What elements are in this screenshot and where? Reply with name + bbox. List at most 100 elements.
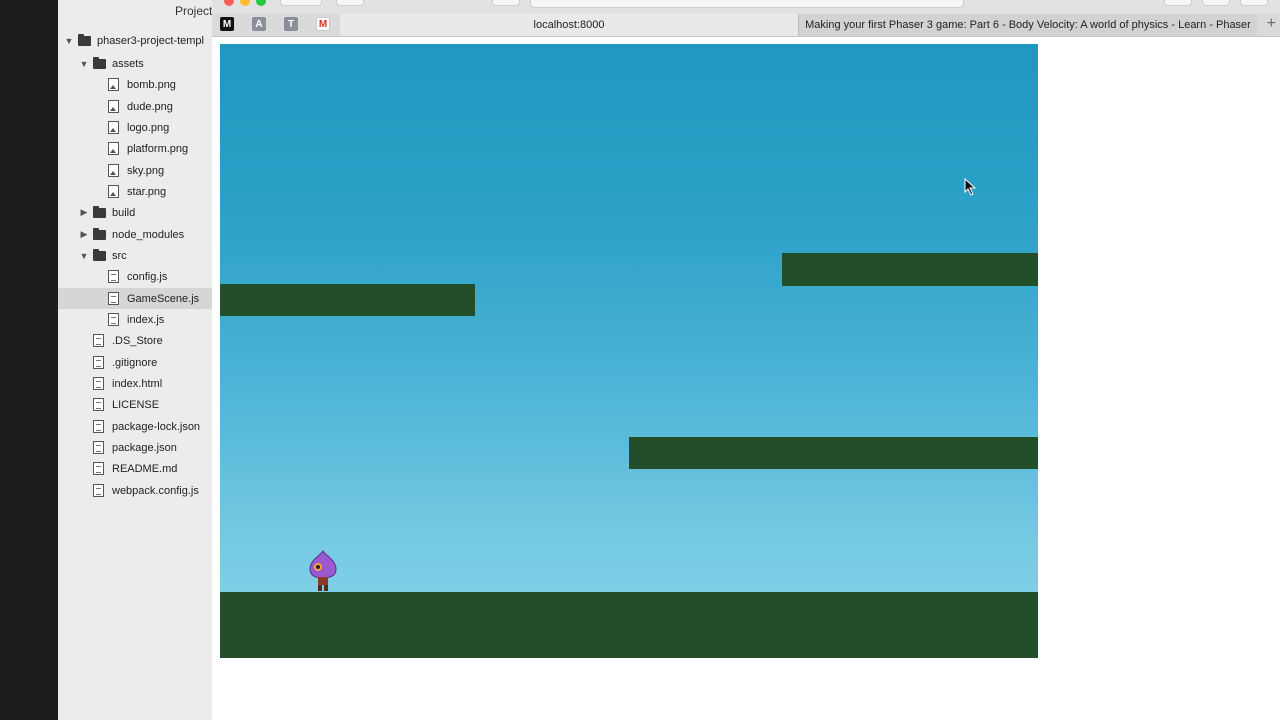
minimize-window-button[interactable] xyxy=(240,0,250,6)
tree-item-file[interactable]: webpack.config.js xyxy=(58,480,212,501)
file-icon xyxy=(108,313,119,326)
file-icon xyxy=(93,356,104,369)
tree-item-label: node_modules xyxy=(112,228,185,241)
tree-item-root[interactable]: ▼ phaser3-project-templ xyxy=(58,30,212,51)
address-bar[interactable] xyxy=(530,0,964,8)
extensions-button[interactable] xyxy=(1164,0,1192,6)
file-icon xyxy=(93,334,104,347)
chevron-right-icon[interactable]: ▶ xyxy=(79,207,89,218)
folder-icon xyxy=(93,205,106,218)
sidebar-toggle-button[interactable] xyxy=(336,0,364,6)
dock-strip xyxy=(0,0,58,720)
browser-titlebar xyxy=(212,0,1280,14)
file-icon xyxy=(93,377,104,390)
tree-item-file[interactable]: package.json xyxy=(58,437,212,458)
share-button[interactable] xyxy=(1202,0,1230,6)
tree-item-file[interactable]: .DS_Store xyxy=(58,330,212,351)
image-file-icon xyxy=(108,164,119,177)
tree-item-file[interactable]: bomb.png xyxy=(58,74,212,95)
tree-item-label: .gitignore xyxy=(112,356,158,369)
browser-window: M A T M localhost:8000 Making your first… xyxy=(212,0,1280,720)
tree-item-file-selected[interactable]: GameScene.js xyxy=(58,288,212,309)
tree-item-file[interactable]: platform.png xyxy=(58,138,212,159)
file-icon xyxy=(93,462,104,475)
tree-item-label: index.js xyxy=(127,313,165,326)
bookmark-gmail-icon[interactable]: M xyxy=(316,17,330,31)
game-canvas[interactable] xyxy=(220,44,1038,658)
bookmark-medium-icon[interactable]: M xyxy=(220,17,234,31)
tree-item-label: dude.png xyxy=(127,100,173,113)
chevron-down-icon[interactable]: ▼ xyxy=(79,251,89,261)
back-forward-buttons[interactable] xyxy=(280,0,322,6)
tree-item-file[interactable]: index.html xyxy=(58,373,212,394)
tree-item-label: assets xyxy=(112,57,144,70)
tree-item-file[interactable]: .gitignore xyxy=(58,352,212,373)
bookmark-t-icon[interactable]: T xyxy=(284,17,298,31)
image-file-icon xyxy=(108,121,119,134)
file-icon xyxy=(108,292,119,305)
image-file-icon xyxy=(108,78,119,91)
platform xyxy=(220,284,475,316)
file-icon xyxy=(93,398,104,411)
tree-item-label: src xyxy=(112,249,127,262)
tree-item-assets[interactable]: ▼ assets xyxy=(58,53,212,74)
image-file-icon xyxy=(108,142,119,155)
platform xyxy=(629,437,1038,469)
file-icon xyxy=(93,420,104,433)
folder-icon xyxy=(93,56,106,69)
close-window-button[interactable] xyxy=(224,0,234,6)
file-icon xyxy=(93,484,104,497)
tree-item-label: package-lock.json xyxy=(112,420,201,433)
tree-item-label: sky.png xyxy=(127,164,165,177)
tree-item-label: bomb.png xyxy=(127,78,176,91)
folder-icon xyxy=(78,33,91,46)
show-tabs-button[interactable] xyxy=(1240,0,1268,6)
tree-item-label: index.html xyxy=(112,377,163,390)
tree-item-file[interactable]: package-lock.json xyxy=(58,416,212,437)
tree-item-file[interactable]: sky.png xyxy=(58,160,212,181)
ground-platform xyxy=(220,592,1038,658)
image-file-icon xyxy=(108,100,119,113)
bookmark-a-icon[interactable]: A xyxy=(252,17,266,31)
tree-item-file[interactable]: dude.png xyxy=(58,96,212,117)
tree-item-file[interactable]: star.png xyxy=(58,181,212,202)
tree-item-file[interactable]: logo.png xyxy=(58,117,212,138)
tree-item-label: logo.png xyxy=(127,121,170,134)
tree-item-label: star.png xyxy=(127,185,167,198)
tree-item-label: phaser3-project-templ xyxy=(97,34,204,47)
tree-item-label: platform.png xyxy=(127,142,189,155)
new-tab-button[interactable]: + xyxy=(1267,15,1276,33)
tree-item-label: README.md xyxy=(112,462,178,475)
tree-item-src[interactable]: ▼ src xyxy=(58,245,212,266)
tree-item-file[interactable]: README.md xyxy=(58,458,212,479)
tab-bar: M A T M localhost:8000 Making your first… xyxy=(212,14,1280,37)
tree-item-label: config.js xyxy=(127,270,168,283)
zoom-window-button[interactable] xyxy=(256,0,266,6)
tab-phaser-tutorial[interactable]: Making your first Phaser 3 game: Part 6 … xyxy=(798,14,1257,36)
player-sprite xyxy=(309,550,337,591)
tree-item-file[interactable]: LICENSE xyxy=(58,394,212,415)
chevron-down-icon[interactable]: ▼ xyxy=(64,36,74,46)
folder-icon xyxy=(93,227,106,240)
file-icon xyxy=(93,441,104,454)
tree-item-file[interactable]: config.js xyxy=(58,266,212,287)
tree-item-label: build xyxy=(112,206,136,219)
tree-item-label: GameScene.js xyxy=(127,292,200,305)
tree-item-label: .DS_Store xyxy=(112,334,163,347)
tab-localhost[interactable]: localhost:8000 xyxy=(340,14,798,36)
tree-item-label: webpack.config.js xyxy=(112,484,199,497)
chevron-right-icon[interactable]: ▶ xyxy=(79,229,89,240)
image-file-icon xyxy=(108,185,119,198)
folder-icon xyxy=(93,248,106,261)
tree-item-node-modules[interactable]: ▶ node_modules xyxy=(58,224,212,245)
mouse-cursor-icon xyxy=(964,178,977,196)
tree-item-label: package.json xyxy=(112,441,177,454)
platform xyxy=(782,253,1038,286)
privacy-report-button[interactable] xyxy=(492,0,520,6)
tree-item-file[interactable]: index.js xyxy=(58,309,212,330)
panel-title: Project xyxy=(175,4,212,18)
tree-item-label: LICENSE xyxy=(112,398,160,411)
project-panel: Project ▼ phaser3-project-templ ▼ assets b… xyxy=(58,0,212,720)
chevron-down-icon[interactable]: ▼ xyxy=(79,59,89,69)
tree-item-build[interactable]: ▶ build xyxy=(58,202,212,223)
